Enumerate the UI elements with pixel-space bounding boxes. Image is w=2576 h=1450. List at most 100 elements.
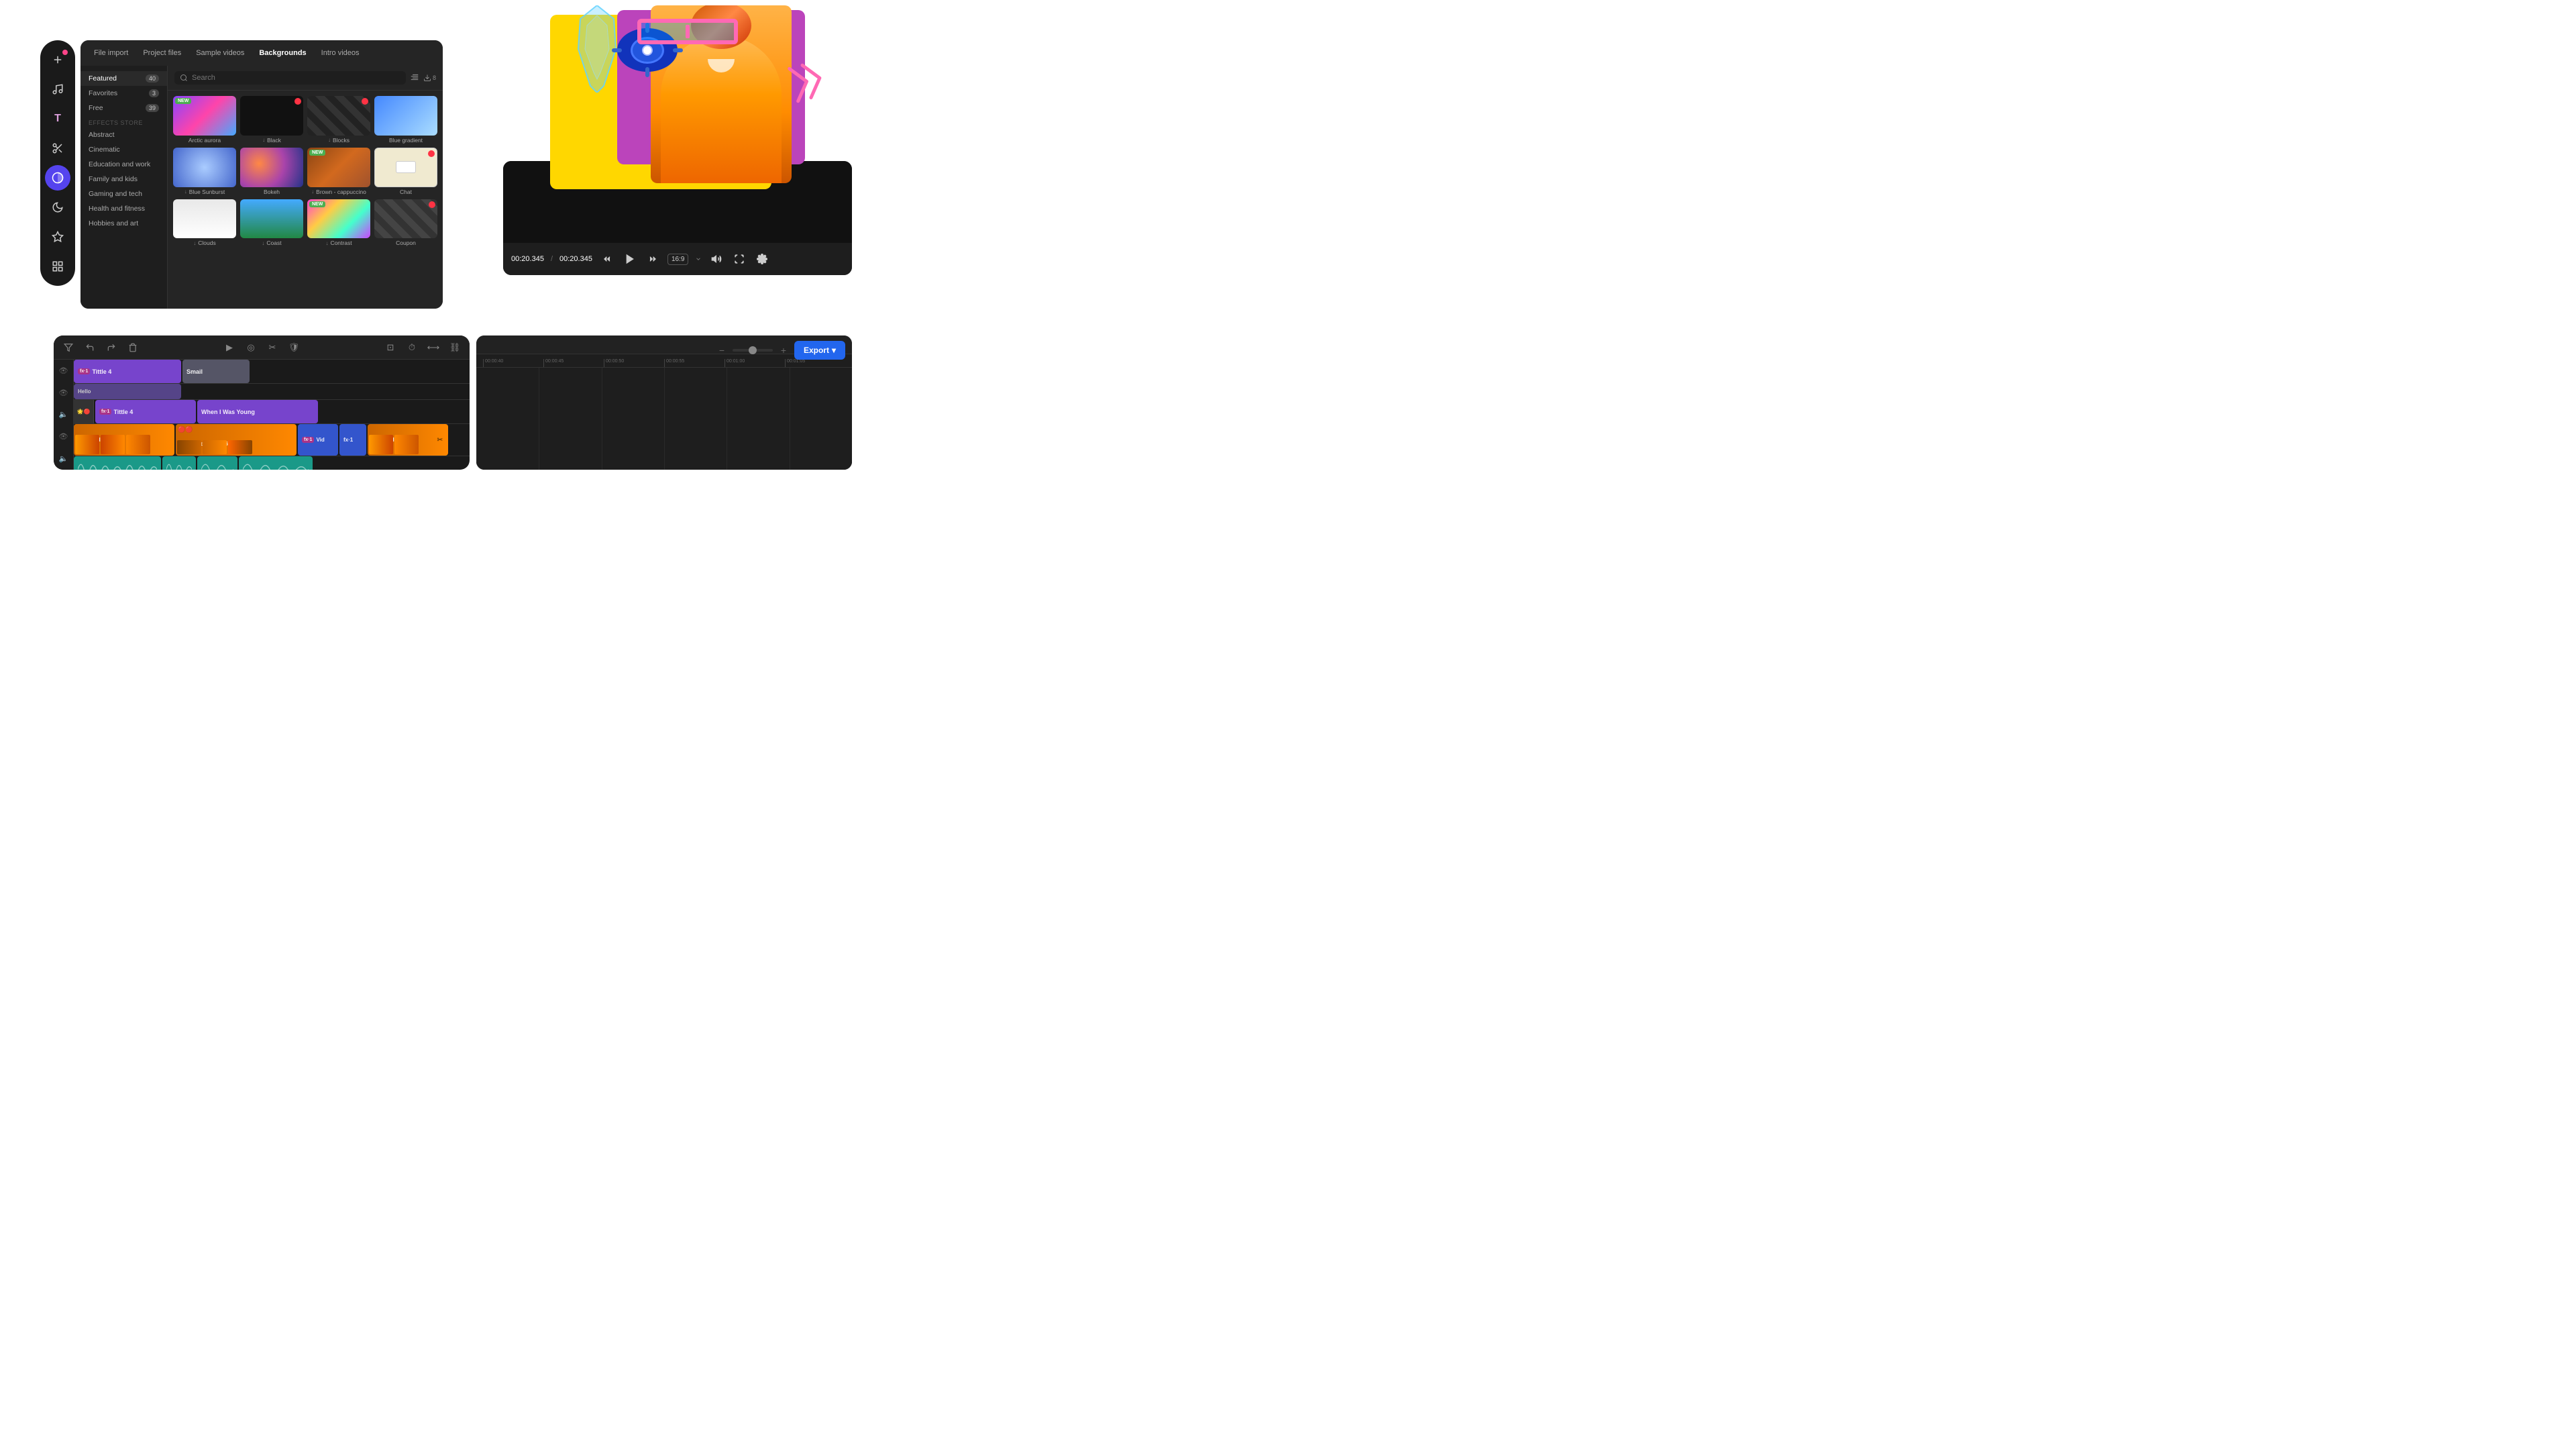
- timeline-crop-button[interactable]: ⊡: [382, 340, 398, 356]
- sticker-tool-button[interactable]: [45, 224, 70, 250]
- crystal-decoration: [577, 5, 617, 96]
- timeline-cut-button[interactable]: ✂: [264, 340, 280, 356]
- grid-item-coast[interactable]: [240, 199, 303, 239]
- rewind-button[interactable]: [599, 251, 615, 267]
- add-tool-button[interactable]: [45, 47, 70, 72]
- clip-tittle4-2[interactable]: fx·1 Tittle 4: [95, 400, 196, 423]
- timeline-content: 👁 👁 🔈 👁 🔈 fx·1 Tittle 4 Smail Hell: [54, 360, 470, 470]
- tracks-area: fx·1 Tittle 4 Smail Hello 🌟🔴 fx·: [74, 360, 470, 470]
- zoom-in-button[interactable]: +: [777, 344, 790, 357]
- tab-sample-videos[interactable]: Sample videos: [189, 45, 251, 61]
- clip-audio-wave-3[interactable]: [197, 456, 237, 470]
- grid-item-black[interactable]: [240, 96, 303, 136]
- clip-vid-1[interactable]: fx·1 Vid: [298, 424, 338, 456]
- grid-item-contrast[interactable]: NEW: [307, 199, 370, 239]
- timeline-lock-button[interactable]: 🛡: [286, 340, 302, 356]
- category-gaming[interactable]: Gaming and tech: [80, 187, 167, 201]
- item-label-chat: Chat: [374, 189, 437, 195]
- search-icon: [180, 74, 188, 82]
- grid-item-coupon[interactable]: [374, 199, 437, 239]
- tab-intro-videos[interactable]: Intro videos: [315, 45, 366, 61]
- grid-cell-chat: Chat: [374, 148, 437, 195]
- track-eye-3[interactable]: 👁: [54, 425, 73, 448]
- timeline-chain-button[interactable]: ⛓: [447, 340, 463, 356]
- timeline-redo-button[interactable]: [103, 340, 119, 356]
- category-sidebar: Featured 40 Favorites 3 Free 39 EFFECTS …: [80, 66, 168, 309]
- zoom-out-button[interactable]: −: [715, 344, 729, 357]
- timeline-filter-button[interactable]: [60, 340, 76, 356]
- clip-audio-wave-2[interactable]: [162, 456, 196, 470]
- category-free[interactable]: Free 39: [80, 101, 167, 115]
- track-emoji-badges: 🌟🔴: [74, 400, 94, 423]
- clip-when-i-was-young[interactable]: When I Was Young: [197, 400, 318, 423]
- color-tool-button[interactable]: [45, 165, 70, 191]
- clip-smail[interactable]: Smail: [182, 360, 250, 383]
- volume-button[interactable]: [708, 251, 724, 267]
- grid-item-blue-sunburst[interactable]: [173, 148, 236, 187]
- timeline-undo-button[interactable]: [82, 340, 98, 356]
- track-video-1: fx·1 Video.mov 🔴🔴 fx·1 Video_15666.mov: [74, 424, 470, 456]
- grid-tool-button[interactable]: [45, 254, 70, 279]
- clip-fx-1[interactable]: fx·1: [339, 424, 366, 456]
- grid-item-blue-gradient[interactable]: [374, 96, 437, 136]
- grid-item-clouds[interactable]: [173, 199, 236, 239]
- ruler-body: [476, 368, 852, 470]
- track-audio-1[interactable]: 🔈: [54, 404, 73, 426]
- tab-backgrounds[interactable]: Backgrounds: [252, 45, 313, 61]
- tab-project-files[interactable]: Project files: [136, 45, 188, 61]
- track-eye-1[interactable]: 👁: [54, 360, 73, 382]
- forward-button[interactable]: [645, 251, 661, 267]
- search-input-wrapper[interactable]: [174, 71, 406, 85]
- category-featured[interactable]: Featured 40: [80, 71, 167, 86]
- category-abstract[interactable]: Abstract: [80, 127, 167, 142]
- category-education[interactable]: Education and work: [80, 157, 167, 172]
- backgrounds-panel: File import Project files Sample videos …: [80, 40, 443, 309]
- track-audio-2[interactable]: 🔈: [54, 448, 73, 470]
- cut-tool-button[interactable]: [45, 136, 70, 161]
- ruler-mark-5: 00:01:00: [724, 359, 785, 367]
- clip-tittle4[interactable]: fx·1 Tittle 4: [74, 360, 181, 383]
- filter-tool-button[interactable]: [45, 195, 70, 220]
- grid-cell-clouds: ↓Clouds: [173, 199, 236, 247]
- clip-video-15666[interactable]: 🔴🔴 fx·1 Video_15666.mov: [176, 424, 297, 456]
- timeline-connect-button[interactable]: ⟷: [425, 340, 441, 356]
- ratio-dropdown-icon[interactable]: [695, 256, 702, 262]
- aspect-ratio-button[interactable]: 16:9: [667, 254, 688, 265]
- sort-button[interactable]: [410, 72, 419, 84]
- item-label-black: ↓Black: [240, 137, 303, 144]
- category-hobbies[interactable]: Hobbies and art: [80, 216, 167, 231]
- grid-item-arctic-aurora[interactable]: NEW: [173, 96, 236, 136]
- category-favorites[interactable]: Favorites 3: [80, 86, 167, 101]
- timeline-timer-button[interactable]: ⏱: [404, 340, 420, 356]
- timeline-stop-button[interactable]: ◎: [243, 340, 259, 356]
- category-cinematic[interactable]: Cinematic: [80, 142, 167, 157]
- download-button[interactable]: 8: [423, 74, 436, 82]
- timeline-delete-button[interactable]: [125, 340, 141, 356]
- left-toolbar: T: [40, 40, 75, 286]
- clip-audio-wave-1[interactable]: [74, 456, 161, 470]
- tab-file-import[interactable]: File import: [87, 45, 135, 61]
- grid-item-bokeh[interactable]: [240, 148, 303, 187]
- fullscreen-button[interactable]: [731, 251, 747, 267]
- grid-item-blocks[interactable]: [307, 96, 370, 136]
- zoom-slider[interactable]: [733, 349, 773, 352]
- export-button[interactable]: Export ▾: [794, 341, 845, 360]
- clip-audio-wave-4[interactable]: [239, 456, 313, 470]
- play-button[interactable]: [622, 251, 638, 267]
- settings-button[interactable]: [754, 251, 770, 267]
- grid-item-chat[interactable]: [374, 148, 437, 187]
- timeline-panel: ▶ ◎ ✂ 🛡 ⊡ ⏱ ⟷ ⛓ 👁 👁 🔈 👁 🔈 fx·1 Tittle 4: [54, 335, 470, 470]
- timeline-toolbar: ▶ ◎ ✂ 🛡 ⊡ ⏱ ⟷ ⛓: [54, 335, 470, 360]
- track-eye-2[interactable]: 👁: [54, 382, 73, 404]
- timeline-play-button[interactable]: ▶: [221, 340, 237, 356]
- category-health[interactable]: Health and fitness: [80, 201, 167, 216]
- search-input[interactable]: [192, 74, 400, 82]
- text-tool-button[interactable]: T: [45, 106, 70, 132]
- category-family[interactable]: Family and kids: [80, 172, 167, 187]
- grid-cell-contrast: NEW ↓Contrast: [307, 199, 370, 247]
- clip-video-mov-1[interactable]: fx·1 Video.mov: [74, 424, 174, 456]
- music-tool-button[interactable]: [45, 76, 70, 102]
- clip-video-mov-2[interactable]: fx·1 Video.mov ✂: [368, 424, 448, 456]
- grid-item-brown[interactable]: NEW: [307, 148, 370, 187]
- clip-hello[interactable]: Hello: [74, 384, 181, 399]
